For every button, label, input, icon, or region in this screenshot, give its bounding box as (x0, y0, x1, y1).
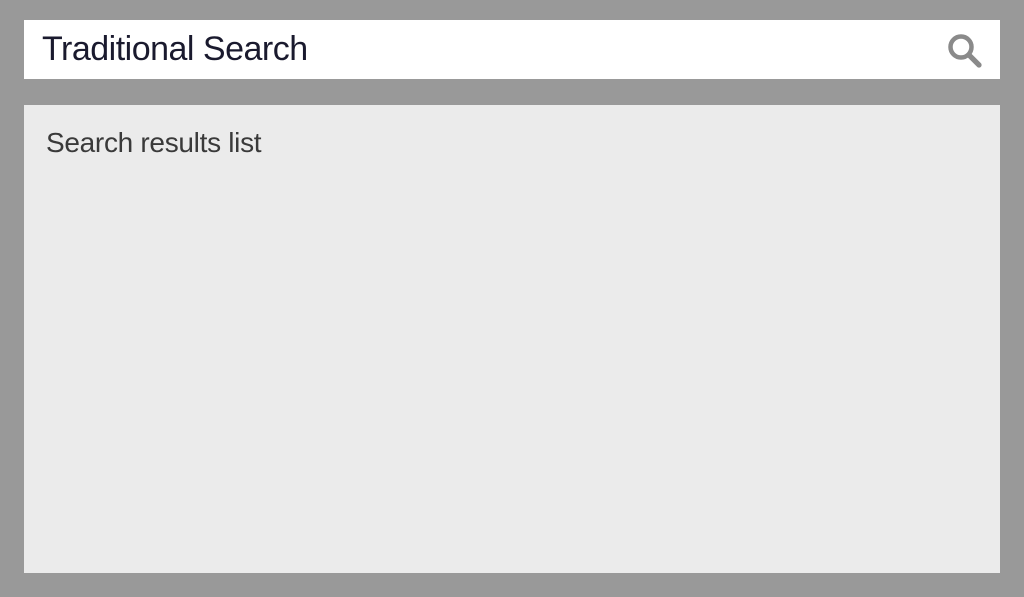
search-bar: Traditional Search (24, 20, 1000, 79)
search-icon[interactable] (946, 32, 982, 68)
search-title: Traditional Search (42, 30, 308, 69)
results-panel: Search results list (24, 105, 1000, 573)
results-label: Search results list (46, 127, 261, 158)
